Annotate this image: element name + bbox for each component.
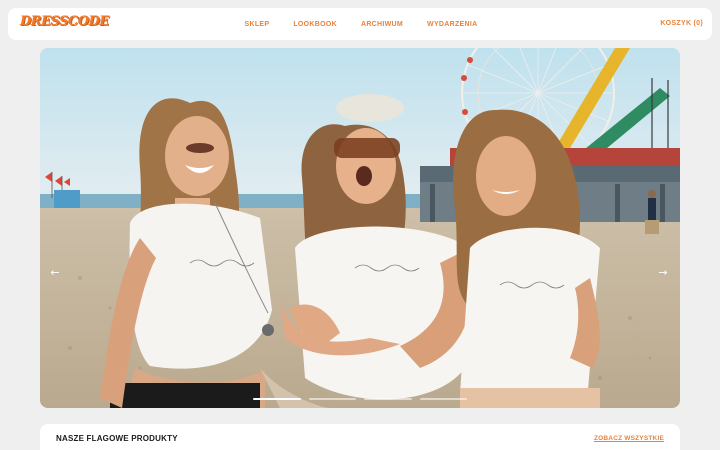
hero-carousel: ← → (40, 48, 680, 408)
arrow-right-icon[interactable]: → (656, 266, 670, 280)
main-nav: SKLEP LOOKBOOK ARCHIWUM WYDARZENIA (8, 8, 712, 40)
nav-link-wydarzenia[interactable]: WYDARZENIA (427, 21, 477, 28)
nav-link-sklep[interactable]: SKLEP (245, 21, 270, 28)
nav-link-lookbook[interactable]: LOOKBOOK (293, 21, 337, 28)
section-title: NASZE FLAGOWE PRODUKTY (56, 434, 178, 443)
see-all-link[interactable]: ZOBACZ WSZYSTKIE (594, 435, 664, 442)
carousel-dot-2[interactable] (308, 398, 356, 400)
carousel-dot-4[interactable] (419, 398, 467, 400)
carousel-dot-3[interactable] (364, 398, 412, 400)
top-navbar: DRESSCODE SKLEP LOOKBOOK ARCHIWUM WYDARZ… (8, 8, 712, 40)
carousel-dot-1[interactable] (253, 398, 301, 400)
nav-link-archiwum[interactable]: ARCHIWUM (361, 21, 403, 28)
hero-photo (40, 48, 680, 408)
featured-products-section: NASZE FLAGOWE PRODUKTY ZOBACZ WSZYSTKIE (40, 424, 680, 450)
cart-link[interactable]: KOSZYK (0) (660, 20, 703, 27)
arrow-left-icon[interactable]: ← (48, 266, 62, 280)
carousel-indicators (253, 398, 467, 401)
